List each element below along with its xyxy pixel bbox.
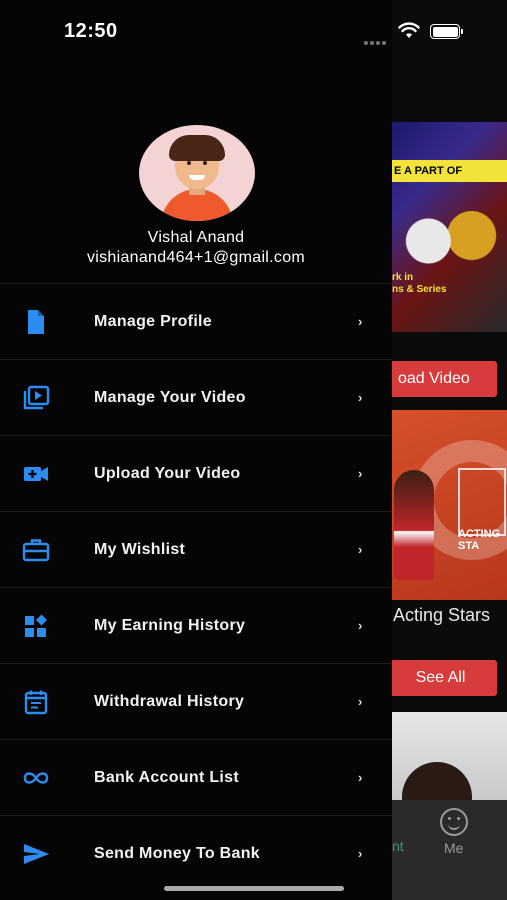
signal-dots-icon [364, 32, 388, 50]
send-icon [24, 844, 49, 864]
briefcase-icon [22, 539, 50, 562]
menu-item-label: Manage Profile [94, 312, 213, 330]
menu-item-label: Upload Your Video [94, 464, 241, 482]
menu-item-withdrawal-history[interactable]: Withdrawal History › [0, 663, 392, 739]
menu-item-label: Manage Your Video [94, 388, 246, 406]
menu-item-label: Withdrawal History [94, 692, 245, 710]
video-thumbnail[interactable] [392, 712, 507, 802]
banner-strip-text: E A PART OF [392, 160, 507, 182]
chevron-right-icon: › [358, 314, 363, 329]
wifi-icon [398, 22, 420, 38]
chevron-right-icon: › [358, 466, 363, 481]
menu-item-bank-account-list[interactable]: Bank Account List › [0, 739, 392, 815]
menu-item-label: Bank Account List [94, 768, 239, 786]
tab-partial-label[interactable]: nt [392, 838, 404, 854]
section-title: Acting Stars [393, 605, 491, 625]
upload-badge [458, 468, 506, 536]
home-indicator[interactable] [164, 886, 344, 891]
upload-video-button[interactable]: oad Video [384, 361, 497, 397]
chevron-right-icon: › [358, 846, 363, 861]
chevron-right-icon: › [358, 390, 363, 405]
menu-item-manage-video[interactable]: Manage Your Video › [0, 359, 392, 435]
acting-stars-thumbnail[interactable]: ACTING STA [392, 410, 507, 600]
battery-icon [430, 24, 463, 39]
drawer-menu: Manage Profile › Manage Your Video › Upl… [0, 283, 392, 891]
menu-item-label: Send Money To Bank [94, 844, 261, 862]
user-email: vishianand464+1@gmail.com [86, 249, 306, 266]
banner-caption-line1: rk in [392, 272, 414, 283]
menu-item-manage-profile[interactable]: Manage Profile › [0, 283, 392, 359]
acting-badge-text: ACTING STA [458, 528, 501, 552]
document-icon [28, 310, 44, 334]
menu-item-label: My Earning History [94, 616, 246, 634]
see-all-button[interactable]: See All [384, 660, 497, 696]
tab-bar: nt Me [392, 800, 507, 900]
navigation-drawer: Vishal Anand vishianand464+1@gmail.com M… [0, 0, 392, 900]
user-name: Vishal Anand [147, 229, 245, 246]
person-image [394, 470, 434, 580]
chevron-right-icon: › [358, 694, 363, 709]
video-add-icon [24, 467, 48, 481]
banner-caption-line2: ns & Series [392, 284, 447, 295]
menu-item-wishlist[interactable]: My Wishlist › [0, 511, 392, 587]
menu-item-earning-history[interactable]: My Earning History › [0, 587, 392, 663]
video-library-icon [23, 385, 50, 410]
chevron-right-icon: › [358, 542, 363, 557]
menu-item-send-money[interactable]: Send Money To Bank › [0, 815, 392, 891]
person-image [402, 762, 472, 802]
chevron-right-icon: › [358, 618, 363, 633]
widgets-icon [25, 614, 47, 637]
status-time: 12:50 [64, 20, 118, 42]
avatar[interactable] [139, 125, 255, 221]
banner-image[interactable]: E A PART OF rk in ns & Series [392, 122, 507, 332]
banner-caption: rk in ns & Series [392, 272, 507, 296]
smiley-icon[interactable] [440, 808, 468, 836]
menu-item-label: My Wishlist [94, 540, 186, 558]
calendar-list-icon [24, 690, 48, 715]
chevron-right-icon: › [358, 770, 363, 785]
infinity-icon [23, 772, 49, 784]
menu-item-upload-video[interactable]: Upload Your Video › [0, 435, 392, 511]
tab-me-label[interactable]: Me [444, 840, 463, 856]
status-bar: 12:50 [0, 0, 507, 60]
